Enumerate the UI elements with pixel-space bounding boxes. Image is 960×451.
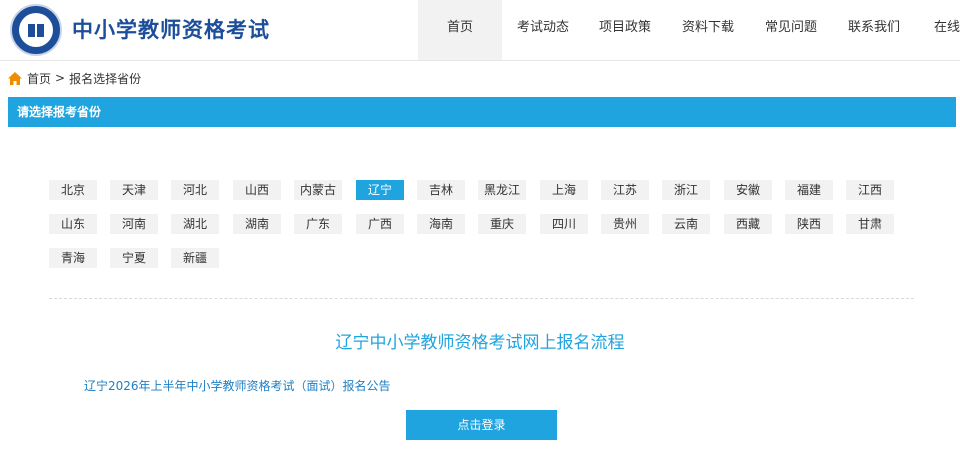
province-sichuan[interactable]: 四川	[540, 214, 588, 234]
province-yunnan[interactable]: 云南	[662, 214, 710, 234]
nav-item-contact[interactable]: 联系我们	[832, 0, 916, 60]
province-ningxia[interactable]: 宁夏	[110, 248, 158, 268]
province-heilongjiang[interactable]: 黑龙江	[478, 180, 526, 200]
login-button[interactable]: 点击登录	[406, 410, 557, 440]
province-chongqing[interactable]: 重庆	[478, 214, 526, 234]
nav-item-online-service[interactable]: 在线客服	[916, 0, 960, 60]
section-divider	[49, 298, 914, 299]
province-hubei[interactable]: 湖北	[171, 214, 219, 234]
book-icon	[28, 24, 44, 37]
province-guizhou[interactable]: 贵州	[601, 214, 649, 234]
section-title: 请选择报考省份	[17, 105, 102, 119]
province-anhui[interactable]: 安徽	[724, 180, 772, 200]
breadcrumb: 首页 > 报名选择省份	[8, 70, 141, 86]
province-xinjiang[interactable]: 新疆	[171, 248, 219, 268]
breadcrumb-current: 报名选择省份	[69, 71, 142, 86]
home-icon	[8, 71, 22, 85]
province-gansu[interactable]: 甘肃	[846, 214, 894, 234]
province-guangdong[interactable]: 广东	[294, 214, 342, 234]
province-tianjin[interactable]: 天津	[110, 180, 158, 200]
flow-title: 辽宁中小学教师资格考试网上报名流程	[335, 333, 625, 353]
nav-item-downloads[interactable]: 资料下载	[666, 0, 750, 60]
section-header: 请选择报考省份	[8, 97, 956, 127]
province-jiangxi[interactable]: 江西	[846, 180, 894, 200]
breadcrumb-separator: >	[55, 71, 66, 85]
province-neimenggu[interactable]: 内蒙古	[294, 180, 342, 200]
breadcrumb-home-link[interactable]: 首页	[27, 70, 51, 87]
province-shandong[interactable]: 山东	[49, 214, 97, 234]
notice-link[interactable]: 辽宁2026年上半年中小学教师资格考试（面试）报名公告	[84, 377, 391, 394]
site-logo[interactable]	[10, 4, 62, 56]
nav-item-exam-news[interactable]: 考试动态	[502, 0, 584, 60]
province-qinghai[interactable]: 青海	[49, 248, 97, 268]
province-shanghai[interactable]: 上海	[540, 180, 588, 200]
nav-item-home[interactable]: 首页	[418, 0, 502, 60]
province-jiangsu[interactable]: 江苏	[601, 180, 649, 200]
province-beijing[interactable]: 北京	[49, 180, 97, 200]
province-shanxi[interactable]: 山西	[233, 180, 281, 200]
main-nav: 首页 考试动态 项目政策 资料下载 常见问题 联系我们 在线客服	[418, 0, 960, 60]
province-jilin[interactable]: 吉林	[417, 180, 465, 200]
province-zhejiang[interactable]: 浙江	[662, 180, 710, 200]
province-guangxi[interactable]: 广西	[356, 214, 404, 234]
province-xizang[interactable]: 西藏	[724, 214, 772, 234]
province-hebei[interactable]: 河北	[171, 180, 219, 200]
province-liaoning[interactable]: 辽宁	[356, 180, 404, 200]
province-hainan[interactable]: 海南	[417, 214, 465, 234]
province-henan[interactable]: 河南	[110, 214, 158, 234]
province-fujian[interactable]: 福建	[785, 180, 833, 200]
nav-item-faq[interactable]: 常见问题	[750, 0, 832, 60]
logo-emblem	[19, 13, 53, 47]
province-hunan[interactable]: 湖南	[233, 214, 281, 234]
site-title[interactable]: 中小学教师资格考试	[72, 14, 270, 44]
nav-item-policy[interactable]: 项目政策	[584, 0, 666, 60]
province-shaanxi[interactable]: 陕西	[785, 214, 833, 234]
site-header: 中小学教师资格考试 首页 考试动态 项目政策 资料下载 常见问题 联系我们 在线…	[0, 0, 960, 61]
